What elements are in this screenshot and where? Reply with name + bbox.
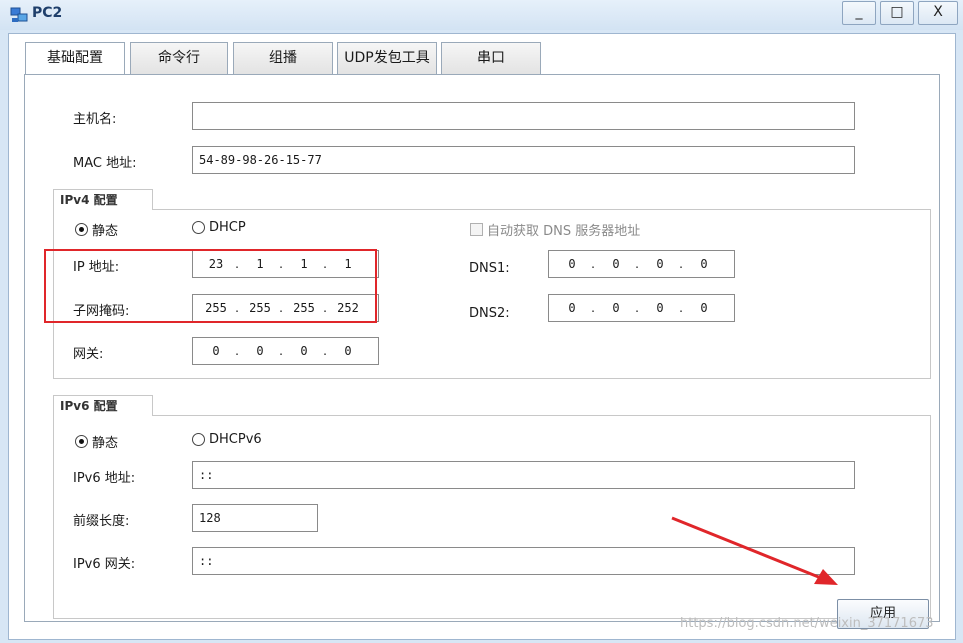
checkbox-icon xyxy=(470,223,483,236)
window-content: 基础配置 命令行 组播 UDP发包工具 串口 主机名: MAC 地址: 54-8… xyxy=(8,33,956,640)
dns2-octet: 0 xyxy=(612,301,620,315)
basic-config-panel: 主机名: MAC 地址: 54-89-98-26-15-77 IPv4 配置 静… xyxy=(24,74,940,622)
gateway-label: 网关: xyxy=(73,347,104,362)
mac-input[interactable]: 54-89-98-26-15-77 xyxy=(192,146,855,174)
mac-label: MAC 地址: xyxy=(73,156,137,171)
ipv4-static-radio[interactable]: 静态 xyxy=(75,220,118,239)
octet-separator: . xyxy=(635,257,639,271)
tab-basic-config[interactable]: 基础配置 xyxy=(25,42,125,75)
ipv6-group xyxy=(53,415,931,619)
octet-separator: . xyxy=(279,344,283,358)
tab-udp-tool[interactable]: UDP发包工具 xyxy=(337,42,437,74)
radio-checked-icon xyxy=(75,223,88,236)
prefix-length-label: 前缀长度: xyxy=(73,514,130,529)
ipv6-gateway-input[interactable]: :: xyxy=(192,547,855,575)
gateway-octet: 0 xyxy=(256,344,264,358)
tab-multicast[interactable]: 组播 xyxy=(233,42,333,74)
dns1-input[interactable]: 0. 0. 0. 0 xyxy=(548,250,735,278)
dns1-octet: 0 xyxy=(656,257,664,271)
dns2-octet: 0 xyxy=(700,301,708,315)
ipv6-dhcp-radio[interactable]: DHCPv6 xyxy=(192,432,262,447)
ipv4-dhcp-label: DHCP xyxy=(209,220,246,235)
tab-command-line[interactable]: 命令行 xyxy=(130,42,228,74)
dns2-octet: 0 xyxy=(568,301,576,315)
ipv6-static-radio[interactable]: 静态 xyxy=(75,432,118,451)
octet-separator: . xyxy=(591,301,595,315)
gateway-octet: 0 xyxy=(344,344,352,358)
octet-separator: . xyxy=(235,344,239,358)
ipv6-address-input[interactable]: :: xyxy=(192,461,855,489)
auto-dns-checkbox[interactable]: 自动获取 DNS 服务器地址 xyxy=(470,220,640,239)
minimize-button[interactable]: _ xyxy=(842,1,876,25)
ipv6-dhcp-label: DHCPv6 xyxy=(209,432,262,447)
dns2-input[interactable]: 0. 0. 0. 0 xyxy=(548,294,735,322)
radio-unchecked-icon xyxy=(192,433,205,446)
auto-dns-label: 自动获取 DNS 服务器地址 xyxy=(487,224,641,239)
hostname-label: 主机名: xyxy=(73,112,117,127)
octet-separator: . xyxy=(679,257,683,271)
ipv4-dhcp-radio[interactable]: DHCP xyxy=(192,220,246,235)
title-bar: PC2 _ □ X xyxy=(0,0,963,30)
highlight-box-annotation xyxy=(44,249,377,323)
ipv6-group-title: IPv6 配置 xyxy=(53,395,153,416)
ipv4-static-label: 静态 xyxy=(92,224,119,239)
dns1-octet: 0 xyxy=(612,257,620,271)
dns1-octet: 0 xyxy=(568,257,576,271)
octet-separator: . xyxy=(323,344,327,358)
radio-checked-icon xyxy=(75,435,88,448)
dns1-octet: 0 xyxy=(700,257,708,271)
ipv6-address-label: IPv6 地址: xyxy=(73,471,136,486)
watermark-text: https://blog.csdn.net/weixin_37171673 xyxy=(680,616,934,631)
octet-separator: . xyxy=(635,301,639,315)
pc-app-icon xyxy=(10,7,28,22)
gateway-input[interactable]: 0. 0. 0. 0 xyxy=(192,337,379,365)
tab-serial[interactable]: 串口 xyxy=(441,42,541,74)
gateway-octet: 0 xyxy=(300,344,308,358)
window-title: PC2 xyxy=(32,5,63,21)
dns1-label: DNS1: xyxy=(469,261,510,276)
dns2-octet: 0 xyxy=(656,301,664,315)
radio-unchecked-icon xyxy=(192,221,205,234)
ipv6-gateway-label: IPv6 网关: xyxy=(73,557,136,572)
octet-separator: . xyxy=(679,301,683,315)
maximize-button[interactable]: □ xyxy=(880,1,914,25)
ipv6-static-label: 静态 xyxy=(92,436,119,451)
gateway-octet: 0 xyxy=(212,344,220,358)
octet-separator: . xyxy=(591,257,595,271)
ipv4-group-title: IPv4 配置 xyxy=(53,189,153,210)
close-button[interactable]: X xyxy=(918,1,958,25)
dns2-label: DNS2: xyxy=(469,306,510,321)
hostname-input[interactable] xyxy=(192,102,855,130)
prefix-length-input[interactable]: 128 xyxy=(192,504,318,532)
